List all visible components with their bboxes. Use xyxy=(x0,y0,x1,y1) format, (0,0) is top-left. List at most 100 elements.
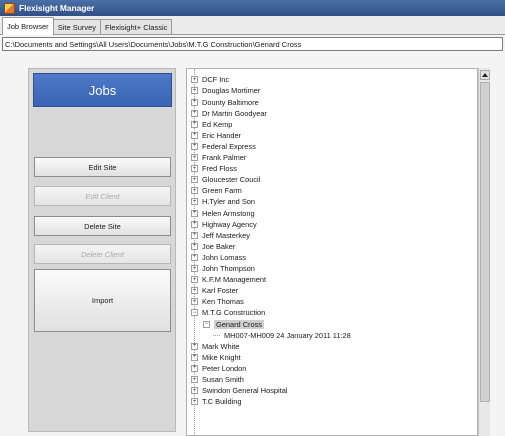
tree-node-label: Joe Baker xyxy=(202,241,236,251)
tree-node-survey[interactable]: MH007-MH009 24 January 2011 11:28 xyxy=(213,330,351,340)
tree-node-label: Peter London xyxy=(202,363,247,373)
tree-node[interactable]: + K.F.M Management xyxy=(191,275,266,285)
tree-node[interactable]: + Mike Knight xyxy=(191,353,241,363)
tab-flexisight-classic[interactable]: Flexisight+ Classic xyxy=(100,19,173,34)
tree-node-label: Dounty Baltimore xyxy=(202,97,259,107)
tree-node[interactable]: + Helen Armstong xyxy=(191,208,255,218)
tree-node[interactable]: + Karl Foster xyxy=(191,286,238,296)
import-button[interactable]: Import xyxy=(34,269,171,332)
expand-icon[interactable]: + xyxy=(191,376,198,384)
expand-icon[interactable]: + xyxy=(191,220,198,228)
tree-node-label: Ken Thomas xyxy=(202,297,244,307)
expand-icon[interactable]: + xyxy=(191,298,198,306)
tree-node-label: H.Tyler and Son xyxy=(202,197,255,207)
tree-node-label: Susan Smith xyxy=(202,375,244,385)
tree-node[interactable]: + Eric Hander xyxy=(191,131,241,141)
expand-icon[interactable]: + xyxy=(191,165,198,173)
tree-node-label: Mike Knight xyxy=(202,352,241,362)
expand-icon[interactable]: + xyxy=(191,231,198,239)
expand-icon[interactable]: + xyxy=(191,142,198,150)
tree-node[interactable]: + Ed Kemp xyxy=(191,119,232,129)
tree-node-label: Karl Foster xyxy=(202,286,239,296)
tab-job-browser[interactable]: Job Browser xyxy=(2,17,54,35)
delete-client-button[interactable]: Delete Client xyxy=(34,244,171,264)
jobs-panel: Jobs Edit Site Edit Client Delete Site D… xyxy=(28,68,176,432)
tab-site-survey[interactable]: Site Survey xyxy=(52,19,102,34)
expand-icon[interactable]: + xyxy=(191,131,198,139)
expand-icon[interactable]: + xyxy=(191,387,198,395)
expand-icon[interactable]: + xyxy=(191,187,198,195)
tree-node[interactable]: + Ken Thomas xyxy=(191,297,244,307)
tree-node-label: Helen Armstong xyxy=(202,208,255,218)
expand-icon[interactable]: + xyxy=(191,154,198,162)
tree-node[interactable]: + Jeff Masterkey xyxy=(191,230,250,240)
tree-node[interactable]: + H.Tyler and Son xyxy=(191,197,255,207)
path-field[interactable]: C:\Documents and Settings\All Users\Docu… xyxy=(2,37,503,51)
tree-node[interactable]: + Douglas Mortimer xyxy=(191,86,260,96)
tree-node[interactable]: + Mark White xyxy=(191,341,239,351)
tree-node[interactable]: + Frank Palmer xyxy=(191,153,246,163)
app-window: Flexisight Manager Job Browser Site Surv… xyxy=(0,0,505,436)
tree-node[interactable]: + John Thompson xyxy=(191,264,255,274)
app-icon xyxy=(4,2,15,14)
expand-icon[interactable]: + xyxy=(191,209,198,217)
tree-node[interactable]: + John Lomass xyxy=(191,253,246,263)
expand-icon[interactable]: + xyxy=(191,287,198,295)
tree-node-label: Dr Martin Goodyear xyxy=(202,108,267,118)
expand-icon[interactable]: + xyxy=(191,76,198,84)
tree-node[interactable]: + Gloucester Coucil xyxy=(191,175,260,185)
collapse-icon[interactable]: − xyxy=(191,309,198,317)
tree-node[interactable]: + Swindon General Hospital xyxy=(191,386,287,396)
expand-icon[interactable]: + xyxy=(191,109,198,117)
tree-node[interactable]: + Fred Floss xyxy=(191,164,237,174)
tree-node-site[interactable]: − Genard Cross xyxy=(203,319,265,329)
tree-node-label: Fred Floss xyxy=(202,164,237,174)
collapse-icon[interactable]: − xyxy=(203,320,210,328)
tree-node[interactable]: + Green Farm xyxy=(191,186,242,196)
tree-node[interactable]: + Joe Baker xyxy=(191,242,235,252)
expand-icon[interactable]: + xyxy=(191,98,198,106)
tree-node-label: Mark White xyxy=(202,341,240,351)
expand-icon[interactable]: + xyxy=(191,120,198,128)
expand-icon[interactable]: + xyxy=(191,265,198,273)
tree-node-label: Swindon General Hospital xyxy=(202,386,288,396)
edit-site-button[interactable]: Edit Site xyxy=(34,157,171,177)
tree-node[interactable]: + Peter London xyxy=(191,364,246,374)
tree-node-label: John Thompson xyxy=(202,264,255,274)
expand-icon[interactable]: + xyxy=(191,364,198,372)
expand-icon[interactable]: + xyxy=(191,176,198,184)
tree-node[interactable]: + Dr Martin Goodyear xyxy=(191,108,267,118)
tree-node[interactable]: + T.C Building xyxy=(191,397,241,407)
jobs-tree[interactable]: + DCF Inc + Douglas Mortimer + Dounty Baltimo… xyxy=(186,68,478,436)
expand-icon[interactable]: + xyxy=(191,253,198,261)
tree-node[interactable]: + Federal Express xyxy=(191,142,256,152)
delete-site-button[interactable]: Delete Site xyxy=(34,216,171,236)
tree-scrollbar[interactable] xyxy=(478,68,490,436)
tree-node[interactable]: − M.T.G Construction xyxy=(191,308,265,318)
tree-node-label: Gloucester Coucil xyxy=(202,175,261,185)
jobs-header: Jobs xyxy=(33,73,172,107)
tree-node-label: Highway Agency xyxy=(202,219,257,229)
tree-node-label: M.T.G Construction xyxy=(202,308,266,318)
tree-node[interactable]: + Susan Smith xyxy=(191,375,244,385)
tree-node-label: Green Farm xyxy=(202,186,242,196)
expand-icon[interactable]: + xyxy=(191,398,198,406)
scroll-thumb[interactable] xyxy=(480,82,490,402)
tree-node[interactable]: + DCF Inc xyxy=(191,75,229,85)
expand-icon[interactable]: + xyxy=(191,353,198,361)
expand-icon[interactable]: + xyxy=(191,242,198,250)
tree-node-label: Genard Cross xyxy=(214,319,265,329)
tree-node[interactable]: + Dounty Baltimore xyxy=(191,97,259,107)
tree-node-label: Frank Palmer xyxy=(202,153,247,163)
window-title: Flexisight Manager xyxy=(19,3,95,13)
arrow-up-icon xyxy=(482,73,488,77)
expand-icon[interactable]: + xyxy=(191,342,198,350)
tree-node-label: Federal Express xyxy=(202,141,256,151)
edit-client-button[interactable]: Edit Client xyxy=(34,186,171,206)
expand-icon[interactable]: + xyxy=(191,276,198,284)
tree-node[interactable]: + Highway Agency xyxy=(191,219,257,229)
expand-icon[interactable]: + xyxy=(191,87,198,95)
tree-connector xyxy=(213,334,220,336)
expand-icon[interactable]: + xyxy=(191,198,198,206)
scroll-up-button[interactable] xyxy=(480,70,490,80)
